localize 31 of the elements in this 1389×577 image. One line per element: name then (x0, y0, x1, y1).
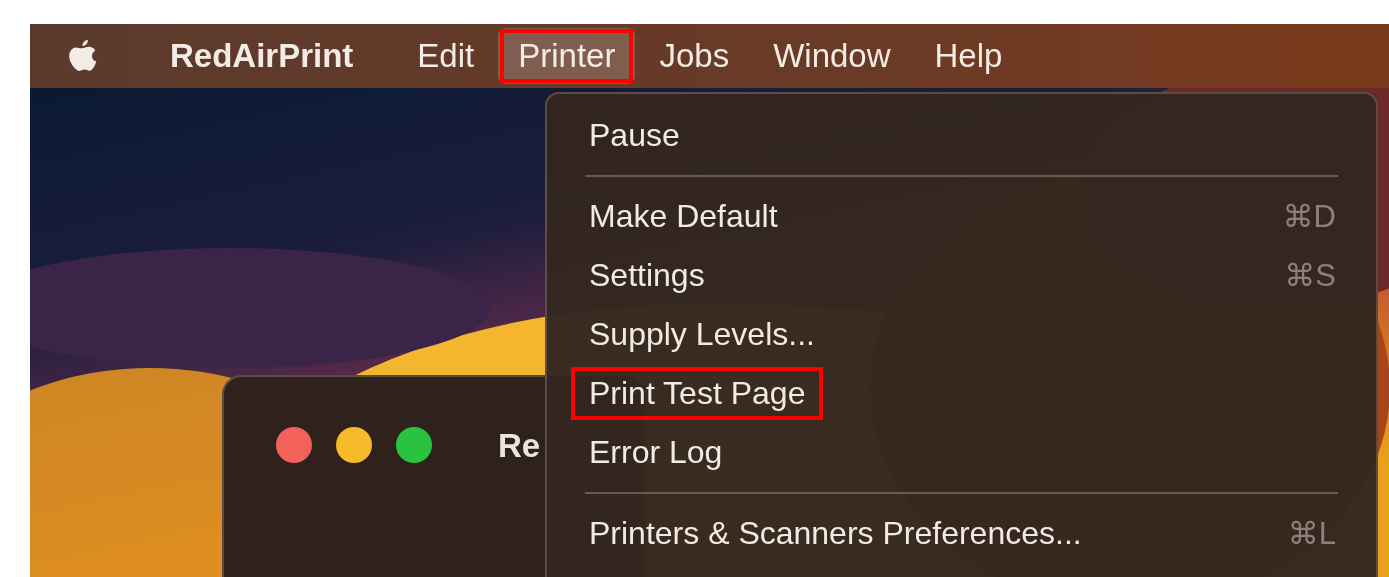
menu-item[interactable]: Settings ⌘S (547, 246, 1376, 305)
menu-title[interactable]: Help (914, 28, 1023, 84)
menu-item[interactable]: Supply Levels... (547, 305, 1376, 364)
shortcut-label: ⌘L (1287, 515, 1336, 552)
apple-logo-icon[interactable] (68, 38, 98, 74)
close-button[interactable] (276, 427, 312, 463)
menu-title[interactable]: Jobs (639, 28, 750, 84)
menu-item[interactable]: Print Test Page (547, 364, 1376, 423)
menu-label: Help (934, 37, 1003, 75)
menu-label: Jobs (659, 37, 730, 75)
menu-label: Edit (417, 37, 475, 75)
menu-title[interactable]: Edit (397, 28, 495, 84)
zoom-button[interactable] (396, 427, 432, 463)
menu-title[interactable]: Printer (498, 28, 636, 84)
menu-item[interactable]: Make Default ⌘D (547, 187, 1376, 246)
menu-item-label: Make Default (589, 198, 778, 235)
menu-item-label: Supply Levels... (589, 316, 815, 353)
menu-item[interactable]: Error Log (547, 423, 1376, 482)
menu-title[interactable]: Window (753, 28, 911, 84)
menu-item[interactable]: Pause (547, 106, 1376, 165)
menu-item-label: Pause (589, 117, 680, 154)
shortcut-label: ⌘S (1284, 257, 1336, 294)
shortcut-label: ⌘D (1282, 198, 1336, 235)
menu-item-label: Error Log (589, 434, 723, 471)
window-title: Re (498, 427, 541, 465)
menu-item-label: Printers & Scanners Preferences... (589, 515, 1082, 552)
menu-item-label: Settings (589, 257, 705, 294)
menu-label: Window (773, 37, 891, 75)
app-name-menu[interactable]: RedAirPrint (170, 37, 354, 75)
minimize-button[interactable] (336, 427, 372, 463)
menu-item[interactable]: Printers & Scanners Preferences... ⌘L (547, 504, 1376, 563)
